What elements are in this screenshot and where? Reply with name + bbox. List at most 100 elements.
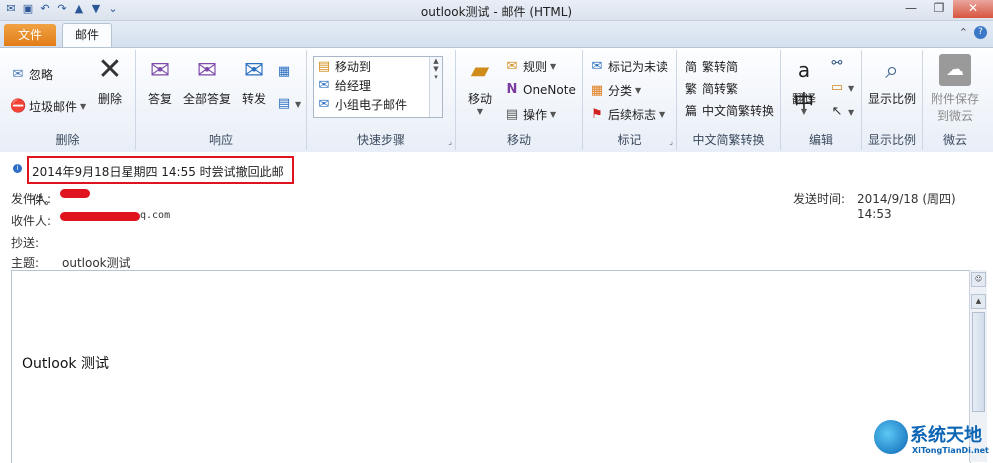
ignore-button[interactable]: ✉ 忽略 [10,66,53,83]
tab-file[interactable]: 文件 [4,24,56,46]
group-move: ▰ 移动 ▼ ✉ 规则 ▼ N OneNote ▤ 操作 ▼ 移动 [456,50,583,150]
recall-info-bar: 2014年9月18日星期四 14:55 时尝试撤回此邮件。 [27,156,294,207]
folder-arrow-icon: ▤ [317,58,331,74]
chevron-down-icon: ▼ [848,107,855,117]
group-editing: a中 翻译 ▼ ⚯ ▭ ▼ ↖ ▼ 编辑 [781,50,862,150]
cc-label: 抄送: [11,236,40,250]
ignore-icon: ✉ [12,66,24,82]
more-respond-button[interactable]: ▤ ▼ [276,96,301,112]
group-label-delete: 删除 [55,133,80,147]
message-body[interactable]: Outlook 测试 [11,270,971,463]
convert-icon: 篇 [684,103,697,118]
quick-step-move-to[interactable]: ▤ 移动到 [316,58,371,75]
help-icon[interactable]: ? [974,26,987,39]
dialog-launcher-icon[interactable]: ⌟ [669,137,673,146]
translate-button[interactable]: a中 翻译 ▼ [787,54,821,116]
mark-unread-button[interactable]: ✉ 标记为未读 [589,58,668,75]
to-value[interactable]: q.com [140,210,170,221]
quick-step-to-manager[interactable]: ✉ 给经理 [316,77,371,94]
group-label-respond: 响应 [208,133,233,147]
simp-to-trad-icon: 繁 [684,81,697,96]
close-button[interactable]: ✕ [953,0,993,18]
related-button[interactable]: ▭ ▼ [829,80,854,96]
delete-button[interactable]: ✕ 删除 [90,54,130,107]
group-delete: ✉ 忽略 ⛔ 垃圾邮件 ▼ ✕ 删除 删除 [0,50,136,150]
minimize-button[interactable]: — [897,0,925,18]
chevron-down-icon: ▼ [550,62,557,71]
scroll-up-button[interactable]: ▲ [971,294,986,309]
window-controls: — ❐ ✕ [897,0,993,18]
chevron-down-icon: ▼ [550,110,557,119]
window-title: outlook测试 - 邮件 (HTML) [420,5,573,19]
info-icon: i [13,164,22,173]
team-icon: ✉ [318,96,330,112]
magnifier-icon: ⌕ [885,56,899,84]
chevron-down-icon: ▼ [476,107,484,116]
ribbon: ✉ 忽略 ⛔ 垃圾邮件 ▼ ✕ 删除 删除 ✉ 答复 ✉ 全部答复 ✉ 转发 ▦ [0,47,993,153]
restore-button[interactable]: ❐ [925,0,953,18]
group-label-move: 移动 [506,133,531,147]
forward-button[interactable]: ✉ 转发 [238,54,270,107]
watermark: 系统天地 XiTongTianDi.net [872,418,993,462]
subject-label: 主题: [11,256,40,270]
body-text: Outlook 测试 [22,356,109,372]
quick-steps-scroll[interactable]: ▲ ▼ ▾ [429,57,442,117]
group-tags: ✉ 标记为未读 ▦ 分类 ▼ ⚑ 后续标志 ▼ 标记 ⌟ [583,50,677,150]
quick-step-team-email[interactable]: ✉ 小组电子邮件 [316,96,407,113]
trad-to-simp-icon: 简 [684,59,697,74]
group-label-chinese: 中文简繁转换 [692,133,765,147]
chinese-convert-button[interactable]: 篇 中文简繁转换 [683,102,774,119]
subject-value: outlook测试 [62,256,131,270]
from-label: 发件人: [11,192,52,206]
dialog-launcher-icon[interactable]: ⌟ [448,137,452,146]
chevron-down-icon: ▼ [800,107,808,116]
cursor-icon: ↖ [831,104,843,119]
find-button[interactable]: ⚯ [829,56,845,72]
reply-button[interactable]: ✉ 答复 [144,54,176,107]
move-button[interactable]: ▰ 移动 ▼ [462,54,498,116]
group-weiyun: ☁ 附件保存 到微云 微云 [923,50,987,150]
redaction-mark [60,212,140,221]
reply-icon: ✉ [149,56,171,84]
junk-button[interactable]: ⛔ 垃圾邮件 ▼ [10,98,86,115]
group-label-editing: 编辑 [808,133,833,147]
ribbon-tab-right: ⌃ ? [959,26,987,39]
scroll-thumb[interactable] [972,312,985,412]
save-to-weiyun-button[interactable]: ☁ 附件保存 到微云 [925,54,985,124]
ribbon-tab-row: 文件 邮件 ⌃ ? [0,21,993,48]
reply-all-button[interactable]: ✉ 全部答复 [180,54,234,107]
group-label-quick-steps: 快速步骤 [356,133,405,147]
move-folder-icon: ▰ [470,56,490,84]
actions-button[interactable]: ▤ 操作 ▼ [504,106,556,123]
actions-icon: ▤ [505,106,519,122]
envelope-icon: ✉ [591,58,603,74]
to-traditional-button[interactable]: 繁 简转繁 [683,80,738,97]
reply-all-icon: ✉ [196,56,218,84]
collapse-ribbon-icon[interactable]: ⌃ [959,26,968,39]
group-chinese-conversion: 简 繁转简 繁 简转繁 篇 中文简繁转换 中文简繁转换 [677,50,781,150]
select-button[interactable]: ↖ ▼ [829,104,855,120]
group-zoom: ⌕ 显示比例 显示比例 [862,50,923,150]
redaction-mark [60,189,90,198]
categorize-button[interactable]: ▦ 分类 ▼ [589,82,641,99]
translate-icon: a中 [794,58,814,114]
related-icon: ▭ [830,80,844,95]
tab-mail[interactable]: 邮件 [62,23,112,48]
watermark-title: 系统天地 [910,425,982,446]
watermark-logo-icon [874,420,908,454]
meeting-button[interactable]: ▦ [276,64,292,80]
follow-up-button[interactable]: ⚑ 后续标志 ▼ [589,106,665,123]
rules-button[interactable]: ✉ 规则 ▼ [504,58,557,75]
chevron-down-icon: ▼ [635,86,642,95]
forward-icon: ✉ [243,56,265,84]
group-label-tags: 标记 [617,133,642,147]
manager-icon: ✉ [318,77,330,93]
to-simplified-button[interactable]: 简 繁转简 [683,58,738,75]
chevron-down-icon: ▼ [659,110,666,119]
scroll-option-icon[interactable]: ☺ [971,272,986,287]
zoom-button[interactable]: ⌕ 显示比例 [864,54,920,107]
quick-steps-gallery: ▤ 移动到 ✉ 给经理 ✉ 小组电子邮件 ▲ ▼ ▾ [313,56,443,118]
junk-icon: ⛔ [10,98,27,114]
onenote-button[interactable]: N OneNote [504,82,576,98]
delete-x-icon: ✕ [97,52,123,87]
